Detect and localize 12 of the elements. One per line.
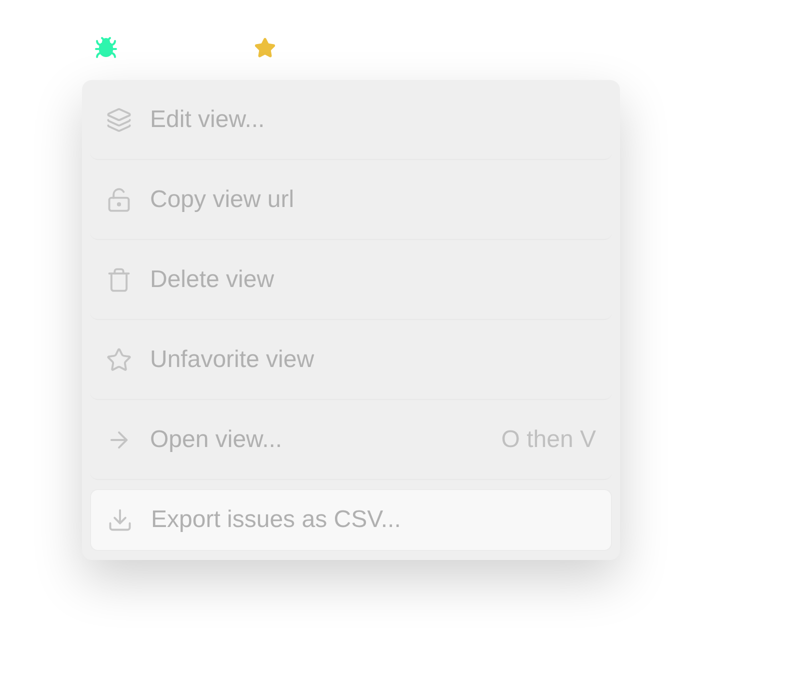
padlock-icon	[106, 186, 132, 212]
menu-item[interactable]: Copy view url	[90, 160, 612, 240]
trash-icon	[106, 266, 132, 292]
menu-item[interactable]: Edit view...	[90, 80, 612, 160]
layers-icon	[106, 106, 132, 132]
star-icon	[106, 346, 132, 372]
menu-item[interactable]: Unfavorite view	[90, 320, 612, 400]
download-icon	[107, 507, 133, 533]
menu-item[interactable]: Export issues as CSV...	[90, 489, 612, 551]
star-icon	[254, 37, 276, 59]
menu-item[interactable]: Delete view	[90, 240, 612, 320]
bug-icon	[94, 36, 118, 60]
